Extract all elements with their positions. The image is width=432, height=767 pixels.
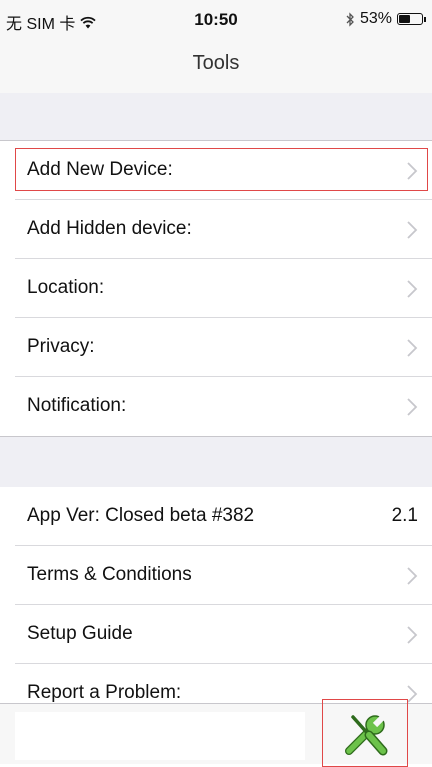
app-version-value: 2.1 (391, 505, 418, 526)
battery-percent: 53% (359, 10, 392, 27)
tab-bar (0, 699, 432, 767)
chevron-right-icon (407, 221, 418, 239)
row-terms-conditions[interactable]: Terms & Conditions (0, 546, 432, 605)
row-label: Privacy: (27, 336, 95, 357)
row-label: Location: (27, 277, 105, 298)
chevron-right-icon (407, 162, 418, 180)
tab-tools[interactable] (322, 699, 408, 767)
row-label: Terms & Conditions (27, 564, 192, 585)
row-label: Add Hidden device: (27, 218, 192, 239)
row-add-hidden-device[interactable]: Add Hidden device: (0, 200, 432, 259)
row-location[interactable]: Location: (0, 259, 432, 318)
row-label: Notification: (27, 395, 127, 416)
chevron-right-icon (407, 626, 418, 644)
row-label: Report a Problem: (27, 682, 182, 703)
row-label: Add New Device: (27, 159, 173, 180)
chevron-right-icon (407, 280, 418, 298)
row-label: Setup Guide (27, 623, 133, 644)
battery-nub (424, 16, 426, 22)
section-header-2 (0, 436, 432, 488)
chevron-right-icon (407, 339, 418, 357)
page-title: Tools (192, 52, 240, 74)
status-right: 53% (346, 10, 426, 28)
row-add-new-device[interactable]: Add New Device: (0, 141, 432, 200)
battery-fill (399, 15, 410, 23)
chevron-right-icon (407, 398, 418, 416)
tools-icon (345, 712, 388, 756)
battery-icon (397, 13, 423, 25)
bluetooth-icon (346, 11, 354, 27)
row-label: App Ver: Closed beta #382 (27, 505, 255, 526)
row-app-version: App Ver: Closed beta #382 2.1 (0, 487, 432, 546)
bottom-blank-field (15, 712, 305, 760)
navigation-bar: Tools (0, 38, 432, 94)
row-notification[interactable]: Notification: (0, 377, 432, 436)
status-bar: 无 SIM 卡 10:50 53% (0, 0, 432, 38)
chevron-right-icon (407, 567, 418, 585)
row-privacy[interactable]: Privacy: (0, 318, 432, 377)
section-header-1 (0, 93, 432, 141)
row-setup-guide[interactable]: Setup Guide (0, 605, 432, 664)
